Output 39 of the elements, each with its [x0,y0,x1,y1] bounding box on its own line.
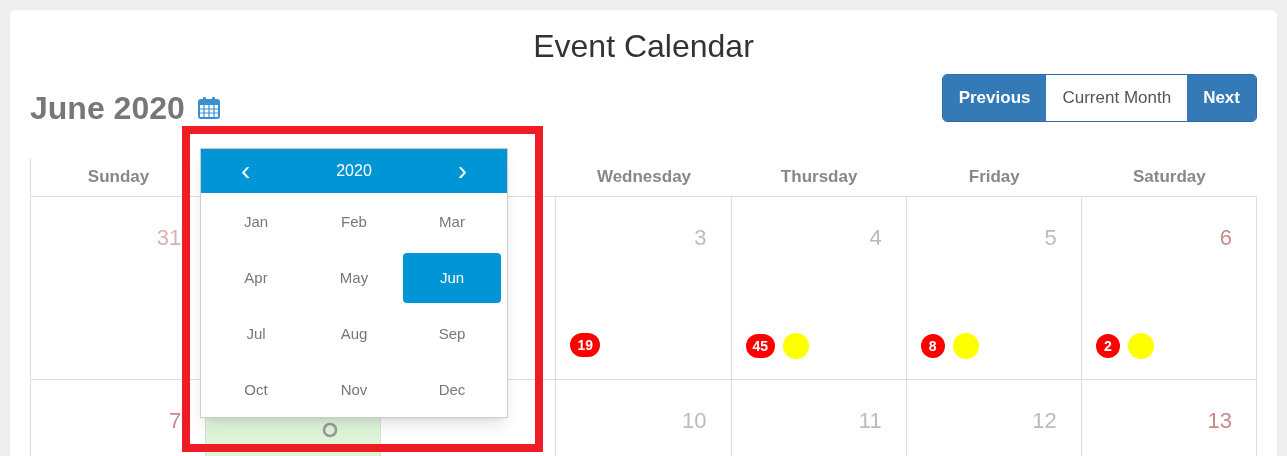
event-count-badge[interactable]: 2 [1095,334,1120,358]
event-count-badge[interactable]: 8 [920,334,945,358]
weekday-header: Saturday [1133,166,1206,189]
month-option[interactable]: Apr [207,253,305,303]
month-option[interactable]: Aug [305,309,403,359]
month-option[interactable]: Mar [403,197,501,247]
month-option[interactable]: Sep [403,309,501,359]
day-number: 13 [1207,407,1232,435]
month-option[interactable]: Feb [305,197,403,247]
day-number: 4 [869,224,882,252]
previous-year-button[interactable]: ‹ [241,157,251,185]
month-option[interactable]: Nov [305,365,403,415]
day-number: 7 [168,407,182,435]
day-number: 11 [858,407,882,435]
month-heading: June 2020 [30,89,185,128]
day-number: 31 [156,224,182,252]
event-count-badge[interactable]: 45 [745,334,776,358]
next-year-button[interactable]: › [457,157,467,185]
nav-button[interactable]: Next [1187,75,1256,121]
weekday-header: Thursday [780,166,858,189]
page-title: Event Calendar [533,27,754,66]
day-number: 3 [694,224,707,252]
day-number: 5 [1044,224,1057,252]
day-number: 10 [682,407,707,435]
event-count-badge[interactable]: 19 [570,333,600,357]
calendar-icon[interactable] [196,96,221,120]
month-option[interactable]: Jan [207,197,305,247]
month-option[interactable]: Jun [403,253,501,303]
day-number: 6 [1219,224,1232,252]
year-label: 2020 [336,161,372,181]
weekday-header: Wednesday [596,166,692,189]
weekday-header: Sunday [87,166,150,189]
nav-button[interactable]: Previous [942,75,1047,121]
month-option[interactable]: Oct [207,365,305,415]
weekday-header: Friday [968,166,1020,189]
month-option[interactable]: May [305,253,403,303]
month-option[interactable]: Dec [403,365,501,415]
day-number: 12 [1032,407,1057,435]
month-option[interactable]: Jul [207,309,305,359]
